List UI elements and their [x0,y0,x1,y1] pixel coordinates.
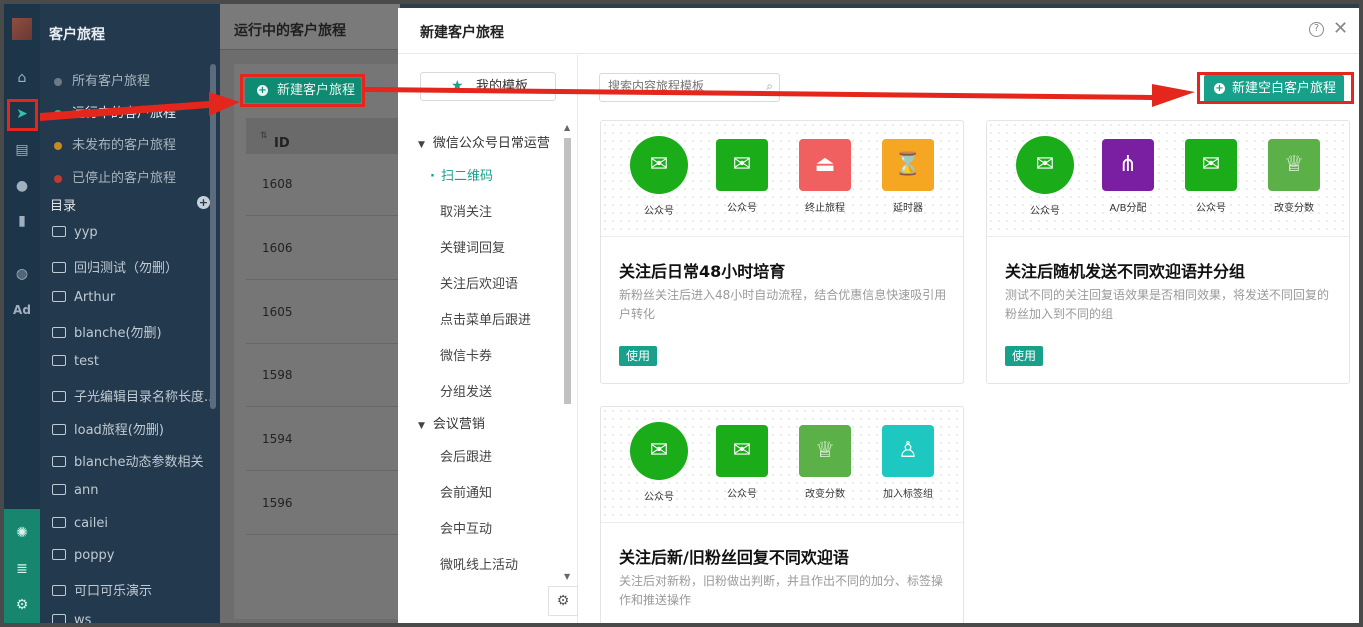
arrow-new-to-blank [365,84,1195,107]
app-frame: ⌂ ➤ ▤ ● ▮ ◍ Ad ✺ ≣ ⚙ 客户旅程 所有客户旅程 运行中的客户旅… [0,0,1363,627]
annotation-arrows [40,84,1195,121]
arrow-rail-to-new [40,92,240,121]
